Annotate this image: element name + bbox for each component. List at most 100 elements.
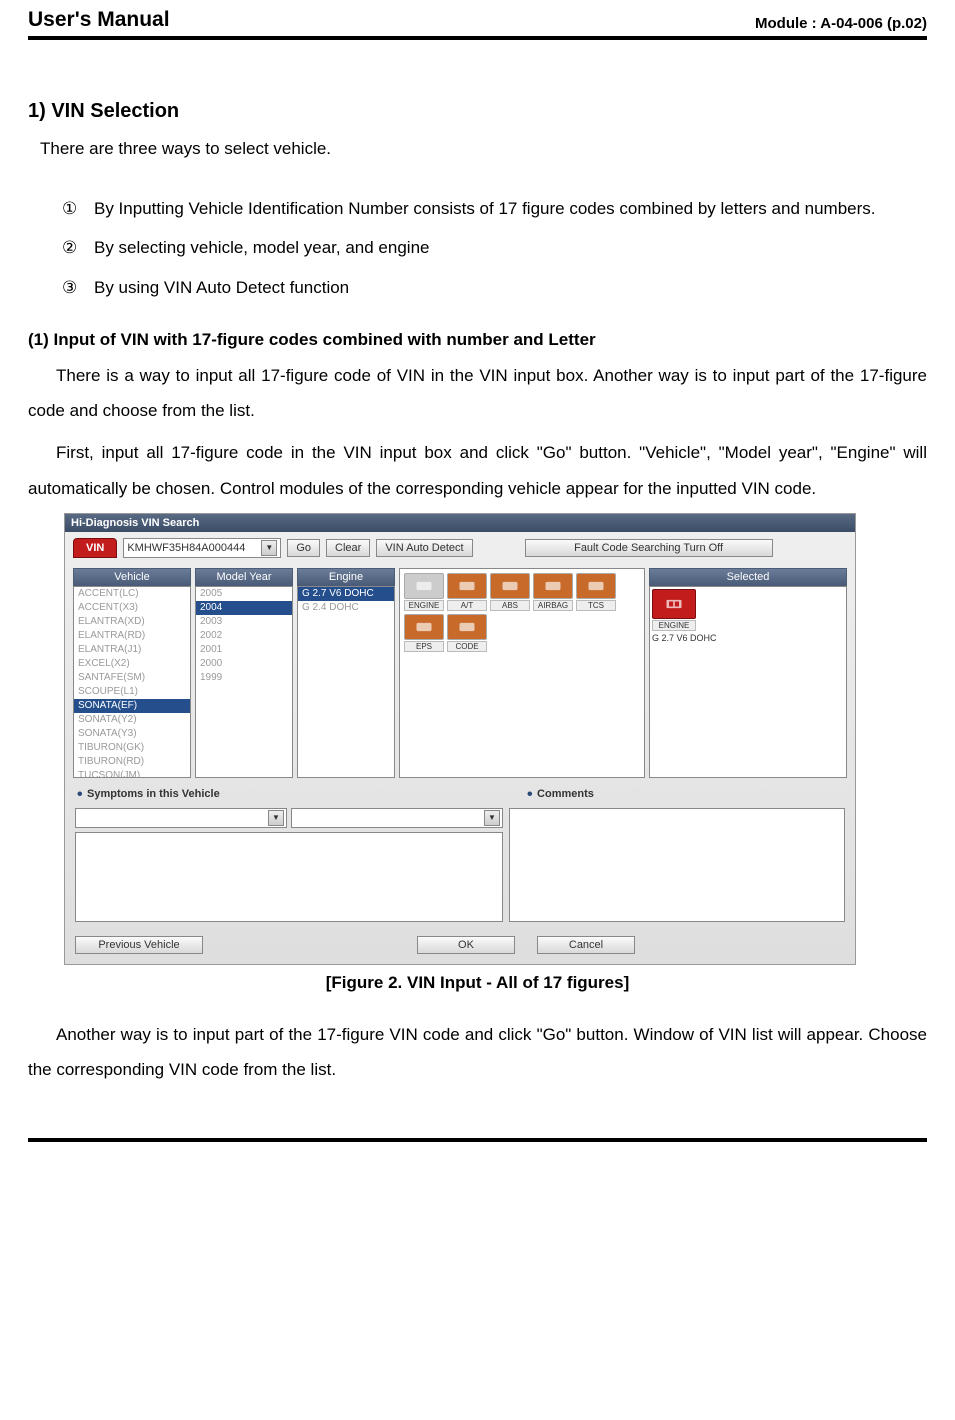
module-icon (490, 573, 530, 599)
list-text: By selecting vehicle, model year, and en… (94, 230, 429, 266)
module-icon (404, 614, 444, 640)
section-labels-row: Symptoms in this Vehicle Comments (65, 780, 855, 806)
list-item[interactable]: G 2.4 DOHC (298, 601, 394, 615)
selected-panel: ENGINE G 2.7 V6 DOHC (649, 586, 847, 778)
list-item: ② By selecting vehicle, model year, and … (62, 230, 917, 266)
module-chip-airbag[interactable]: AIRBAG (533, 573, 573, 611)
previous-vehicle-button[interactable]: Previous Vehicle (75, 936, 203, 954)
list-text: By using VIN Auto Detect function (94, 270, 349, 306)
list-item[interactable]: TIBURON(GK) (74, 741, 190, 755)
vin-search-window: Hi-Diagnosis VIN Search VIN KMHWF35H84A0… (64, 513, 856, 965)
symptom-category-select[interactable]: ▼ (75, 808, 287, 828)
symptoms-textarea[interactable] (75, 832, 503, 922)
toolbar: VIN KMHWF35H84A000444 ▼ Go Clear VIN Aut… (65, 532, 855, 564)
list-item[interactable]: ACCENT(LC) (74, 587, 190, 601)
list-item[interactable]: G 2.7 V6 DOHC (298, 587, 394, 601)
vin-autodetect-button[interactable]: VIN Auto Detect (376, 539, 472, 557)
control-modules-panel: ENGINEA/TABSAIRBAGTCS EPSCODE (399, 568, 645, 778)
section-intro: There are three ways to select vehicle. (40, 131, 917, 167)
dropdown-arrow-icon: ▼ (484, 810, 500, 826)
footer-rule (28, 1138, 927, 1142)
subsection-para1: There is a way to input all 17-figure co… (28, 358, 927, 429)
selected-column-header: Selected (649, 568, 847, 586)
module-chip-at[interactable]: A/T (447, 573, 487, 611)
clear-button[interactable]: Clear (326, 539, 370, 557)
engine-list[interactable]: G 2.7 V6 DOHCG 2.4 DOHC (297, 586, 395, 778)
list-item[interactable]: 1999 (196, 671, 292, 685)
header-rule (28, 36, 927, 40)
list-item[interactable]: TIBURON(RD) (74, 755, 190, 769)
module-label: CODE (447, 641, 487, 652)
list-item: ① By Inputting Vehicle Identification Nu… (62, 191, 917, 227)
module-chip-engine[interactable]: ENGINE (404, 573, 444, 611)
module-chip-tcs[interactable]: TCS (576, 573, 616, 611)
module-chip-abs[interactable]: ABS (490, 573, 530, 611)
header-module: Module : A-04-006 (p.02) (755, 15, 927, 32)
module-icon (447, 614, 487, 640)
list-marker: ③ (62, 270, 80, 306)
dropdown-arrow-icon: ▼ (268, 810, 284, 826)
header-title: User's Manual (28, 8, 170, 32)
module-icon (576, 573, 616, 599)
list-item[interactable]: 2000 (196, 657, 292, 671)
figure-caption: [Figure 2. VIN Input - All of 17 figures… (28, 973, 927, 993)
list-item[interactable]: EXCEL(X2) (74, 657, 190, 671)
module-label: EPS (404, 641, 444, 652)
vin-input-value: KMHWF35H84A000444 (127, 542, 245, 554)
list-item[interactable]: 2003 (196, 615, 292, 629)
list-item[interactable]: 2005 (196, 587, 292, 601)
list-item[interactable]: SANTAFE(SM) (74, 671, 190, 685)
module-label: TCS (576, 600, 616, 611)
list-item[interactable]: ELANTRA(XD) (74, 615, 190, 629)
engine-column-header: Engine (297, 568, 395, 586)
selected-engine-text: G 2.7 V6 DOHC (652, 633, 844, 643)
go-button[interactable]: Go (287, 539, 320, 557)
list-item[interactable]: 2002 (196, 629, 292, 643)
module-label: ENGINE (404, 600, 444, 611)
subsection-heading: (1) Input of VIN with 17-figure codes co… (28, 330, 927, 350)
list-text: By Inputting Vehicle Identification Numb… (94, 191, 876, 227)
ok-button[interactable]: OK (417, 936, 515, 954)
fault-code-toggle-button[interactable]: Fault Code Searching Turn Off (525, 539, 773, 557)
module-chip-code[interactable]: CODE (447, 614, 487, 652)
selected-engine-label: ENGINE (652, 620, 696, 631)
engine-icon[interactable] (652, 589, 696, 619)
list-item[interactable]: SONATA(Y2) (74, 713, 190, 727)
list-item[interactable]: ACCENT(X3) (74, 601, 190, 615)
window-titlebar: Hi-Diagnosis VIN Search (65, 514, 855, 532)
comments-textarea[interactable] (509, 808, 845, 922)
symptom-item-select[interactable]: ▼ (291, 808, 503, 828)
module-label: ABS (490, 600, 530, 611)
list-marker: ① (62, 191, 80, 227)
list-item[interactable]: 2001 (196, 643, 292, 657)
vin-tab[interactable]: VIN (73, 538, 117, 558)
list-item[interactable]: 2004 (196, 601, 292, 615)
subsection-para2: First, input all 17-figure code in the V… (28, 435, 927, 506)
vin-input[interactable]: KMHWF35H84A000444 ▼ (123, 538, 281, 558)
vin-selection-methods-list: ① By Inputting Vehicle Identification Nu… (62, 191, 917, 306)
list-item[interactable]: SONATA(Y3) (74, 727, 190, 741)
engine-icon-svg (664, 597, 684, 611)
comments-header: Comments (527, 786, 594, 804)
module-label: AIRBAG (533, 600, 573, 611)
dropdown-arrow-icon[interactable]: ▼ (261, 540, 277, 556)
list-item[interactable]: ELANTRA(J1) (74, 643, 190, 657)
cancel-button[interactable]: Cancel (537, 936, 635, 954)
module-icon (447, 573, 487, 599)
module-label: A/T (447, 600, 487, 611)
list-item[interactable]: SCOUPE(L1) (74, 685, 190, 699)
module-icon (404, 573, 444, 599)
vehicle-list[interactable]: ACCENT(LC)ACCENT(X3)ELANTRA(XD)ELANTRA(R… (73, 586, 191, 778)
list-item[interactable]: SONATA(EF) (74, 699, 190, 713)
list-item[interactable]: ELANTRA(RD) (74, 629, 190, 643)
section-heading: 1) VIN Selection (28, 100, 927, 123)
module-chip-eps[interactable]: EPS (404, 614, 444, 652)
modelyear-list[interactable]: 2005200420032002200120001999 (195, 586, 293, 778)
list-item[interactable]: TUCSON(JM) (74, 769, 190, 778)
list-item: ③ By using VIN Auto Detect function (62, 270, 917, 306)
vehicle-column-header: Vehicle (73, 568, 191, 586)
list-marker: ② (62, 230, 80, 266)
para-after-figure: Another way is to input part of the 17-f… (28, 1017, 927, 1088)
module-icon (533, 573, 573, 599)
symptoms-header: Symptoms in this Vehicle (77, 786, 487, 804)
